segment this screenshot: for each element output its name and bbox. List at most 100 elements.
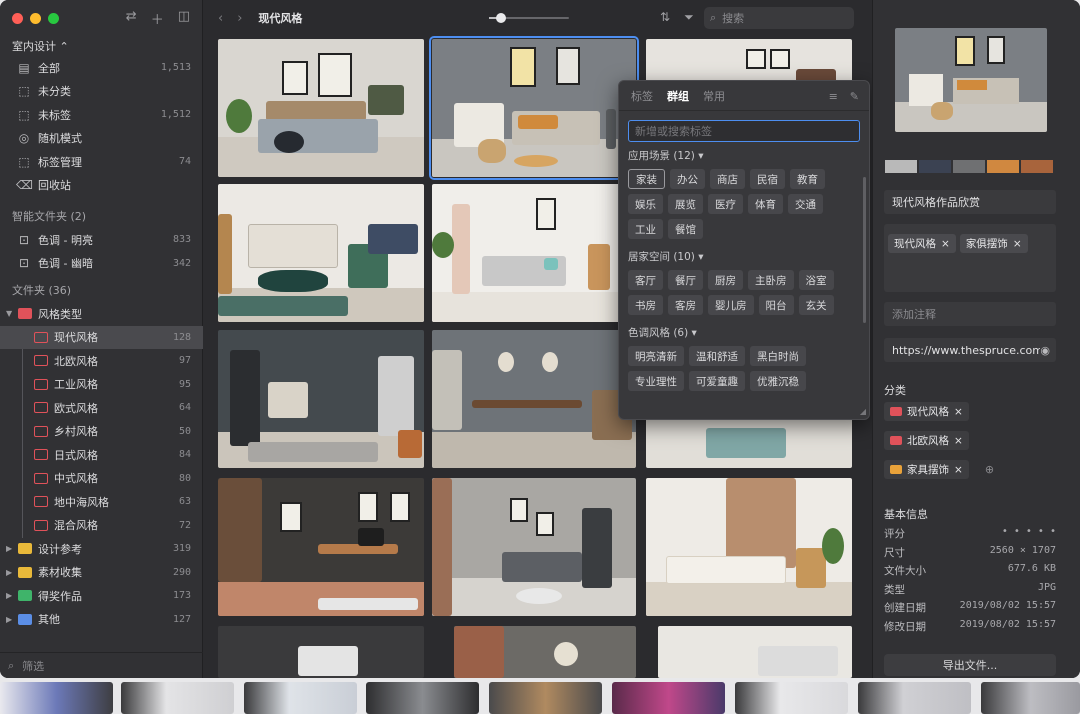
tag-chip[interactable]: 明亮清新: [628, 346, 684, 366]
tag-chip[interactable]: 民宿: [750, 169, 785, 189]
tag-chip[interactable]: 交通: [788, 194, 823, 214]
tag-pill[interactable]: 现代风格 ×: [888, 234, 956, 253]
sidebar-item[interactable]: ⬚ 未分类: [0, 80, 203, 104]
caret-right-icon[interactable]: ▶: [6, 591, 16, 600]
folder-item[interactable]: 日式风格 84: [0, 443, 203, 467]
filmstrip-thumb[interactable]: [244, 682, 357, 714]
palette-swatch[interactable]: [953, 160, 985, 173]
category-pill[interactable]: 北欧风格 ×: [884, 431, 969, 450]
tag-chip[interactable]: 餐馆: [668, 219, 703, 239]
tag-chip[interactable]: 家装: [628, 169, 665, 189]
palette-swatch[interactable]: [987, 160, 1019, 173]
tag-chip[interactable]: 厨房: [708, 270, 743, 290]
caret-right-icon[interactable]: ▶: [6, 568, 16, 577]
sidebar-item[interactable]: ▤ 全部 1,513: [0, 56, 203, 80]
tag-chip[interactable]: 阳台: [758, 295, 794, 315]
tag-chip[interactable]: 书房: [628, 295, 663, 315]
library-switcher[interactable]: 室内设计 ⌃: [12, 38, 69, 54]
close-window-button[interactable]: [12, 13, 23, 24]
add-category-icon[interactable]: ⊕: [985, 463, 994, 476]
tag-chip[interactable]: 体育: [748, 194, 783, 214]
tag-chip[interactable]: 餐厅: [668, 270, 703, 290]
image-thumbnail[interactable]: [432, 330, 636, 468]
image-thumbnail[interactable]: [658, 626, 852, 678]
image-thumbnail[interactable]: [454, 626, 636, 678]
folder-item[interactable]: ▶ 其他 127: [0, 608, 203, 632]
remove-category-icon[interactable]: ×: [954, 435, 963, 447]
back-icon[interactable]: ‹: [218, 11, 223, 26]
tag-chip[interactable]: 办公: [670, 169, 705, 189]
popover-tab[interactable]: 标签: [631, 88, 653, 104]
tag-chip[interactable]: 教育: [790, 169, 825, 189]
sort-icon[interactable]: ⇅: [660, 10, 670, 25]
palette-swatch[interactable]: [919, 160, 951, 173]
folder-item[interactable]: 中式风格 80: [0, 467, 203, 491]
tag-chip[interactable]: 温和舒适: [689, 346, 745, 366]
image-thumbnail[interactable]: [646, 418, 852, 468]
search-input[interactable]: ⌕ 搜索: [704, 7, 854, 29]
tag-chip[interactable]: 黑白时尚: [750, 346, 806, 366]
tag-chip[interactable]: 展览: [668, 194, 703, 214]
image-thumbnail[interactable]: [218, 478, 424, 616]
smart-folder-item[interactable]: ⊡ 色调 - 幽暗 342: [0, 252, 203, 276]
sidebar-item[interactable]: ⬚ 标签管理 74: [0, 150, 203, 174]
image-thumbnail[interactable]: [432, 184, 636, 322]
globe-icon[interactable]: ◉: [1040, 344, 1050, 357]
tag-chip[interactable]: 客房: [668, 295, 703, 315]
folder-item[interactable]: ▶ 得奖作品 173: [0, 584, 203, 608]
pin-icon[interactable]: ✎: [850, 90, 859, 103]
tag-chip[interactable]: 客厅: [628, 270, 663, 290]
tag-chip[interactable]: 娱乐: [628, 194, 663, 214]
tag-chip[interactable]: 婴儿房: [708, 295, 754, 315]
export-button[interactable]: 导出文件...: [884, 654, 1056, 676]
folder-item[interactable]: 乡村风格 50: [0, 420, 203, 444]
tag-group-title[interactable]: 色调风格 (6) ▾: [628, 325, 869, 340]
filmstrip-thumb[interactable]: [366, 682, 479, 714]
zoom-window-button[interactable]: [48, 13, 59, 24]
tag-chip[interactable]: 工业: [628, 219, 663, 239]
caret-right-icon[interactable]: ▶: [6, 544, 16, 553]
filter-icon[interactable]: ⏷: [684, 10, 694, 25]
smart-folder-item[interactable]: ⊡ 色调 - 明亮 833: [0, 228, 203, 252]
folder-item[interactable]: 混合风格 72: [0, 514, 203, 538]
tag-group-title[interactable]: 应用场景 (12) ▾: [628, 148, 869, 163]
category-pill[interactable]: 现代风格 ×: [884, 402, 969, 421]
tag-chip[interactable]: 医疗: [708, 194, 743, 214]
folder-item[interactable]: 北欧风格 97: [0, 349, 203, 373]
image-thumbnail[interactable]: [218, 330, 424, 468]
popover-tab[interactable]: 常用: [703, 88, 725, 104]
caret-down-icon[interactable]: ▼: [6, 309, 16, 318]
remove-category-icon[interactable]: ×: [954, 464, 963, 476]
sidebar-item[interactable]: ⬚ 未标签 1,512: [0, 103, 203, 127]
sidebar-toggle-icon[interactable]: ◫: [178, 9, 190, 28]
tag-chip[interactable]: 专业理性: [628, 371, 684, 391]
sidebar-item[interactable]: ⌫ 回收站: [0, 174, 203, 198]
image-thumbnail[interactable]: [646, 478, 852, 616]
image-thumbnail[interactable]: [218, 39, 424, 177]
folder-item[interactable]: ▶ 素材收集 290: [0, 561, 203, 585]
note-field[interactable]: 添加注释: [884, 302, 1056, 326]
folder-item[interactable]: ▶ 设计参考 319: [0, 537, 203, 561]
folder-item[interactable]: 工业风格 95: [0, 373, 203, 397]
folder-item[interactable]: 欧式风格 64: [0, 396, 203, 420]
image-thumbnail[interactable]: [218, 626, 424, 678]
caret-right-icon[interactable]: ▶: [6, 615, 16, 624]
tag-chip[interactable]: 主卧房: [748, 270, 794, 290]
sort-list-icon[interactable]: ≡: [829, 90, 838, 103]
forward-icon[interactable]: ›: [237, 11, 242, 26]
filmstrip-thumb[interactable]: [612, 682, 725, 714]
folder-item[interactable]: 现代风格 128: [0, 325, 203, 349]
add-icon[interactable]: ＋: [151, 9, 164, 28]
info-value[interactable]: • • • • •: [1002, 526, 1056, 541]
remove-category-icon[interactable]: ×: [954, 406, 963, 418]
tag-chip[interactable]: 玄关: [798, 295, 834, 315]
popover-scrollbar[interactable]: [863, 177, 866, 323]
zoom-slider-thumb[interactable]: [496, 13, 506, 23]
tag-pill[interactable]: 家俱摆饰 ×: [959, 234, 1028, 253]
tag-chip[interactable]: 浴室: [798, 270, 834, 290]
image-thumbnail[interactable]: [218, 184, 424, 322]
popover-tab[interactable]: 群组: [667, 88, 689, 104]
palette-swatch[interactable]: [1021, 160, 1053, 173]
filmstrip-thumb[interactable]: [735, 682, 848, 714]
image-thumbnail-selected[interactable]: [429, 36, 639, 180]
